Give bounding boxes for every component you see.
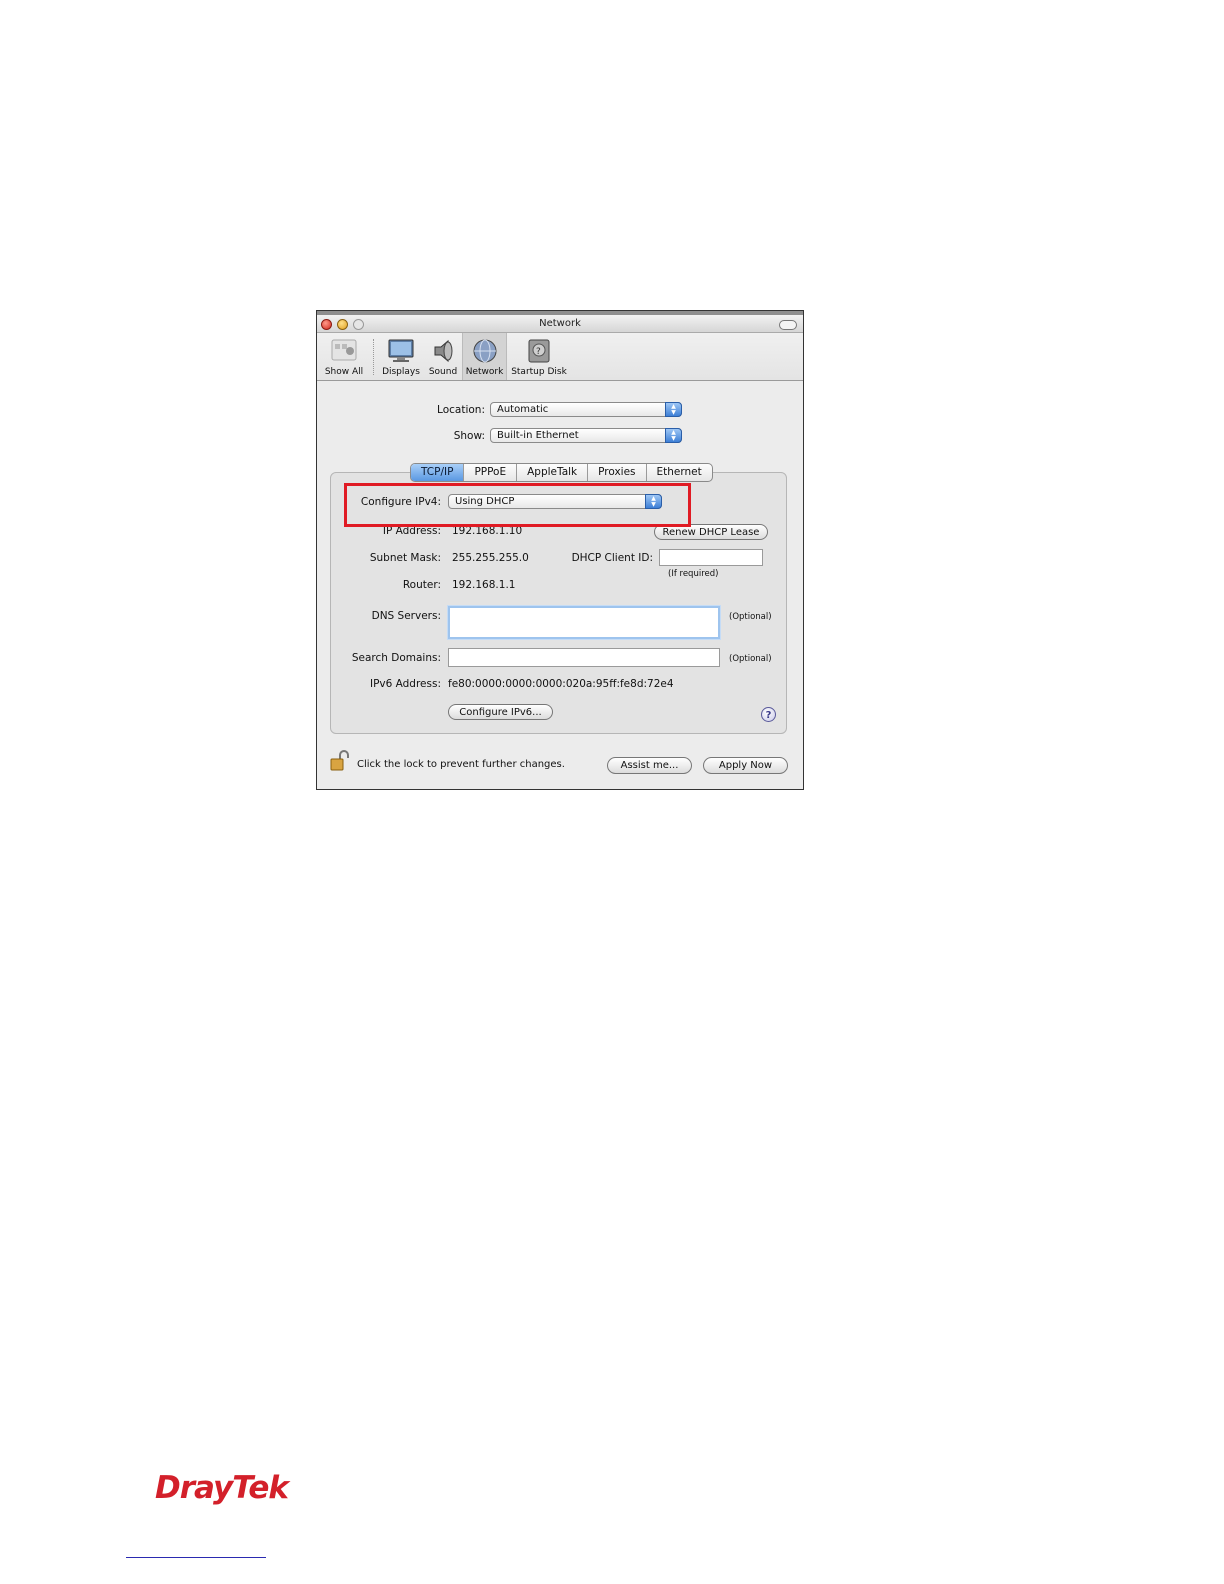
apply-now-button[interactable]: Apply Now bbox=[703, 757, 788, 774]
monitor-icon bbox=[388, 339, 414, 362]
dns-servers-field[interactable] bbox=[448, 606, 720, 639]
dhcp-client-id-label: DHCP Client ID: bbox=[571, 552, 653, 564]
toolbar-displays[interactable]: Displays bbox=[379, 333, 423, 380]
globe-icon bbox=[473, 339, 496, 363]
draytek-logo: DrayTek bbox=[155, 1470, 289, 1506]
ipv6-address-value: fe80:0000:0000:0000:020a:95ff:fe8d:72e4 bbox=[448, 678, 674, 690]
toolbar-label-displays: Displays bbox=[382, 367, 420, 377]
location-value: Automatic bbox=[497, 404, 549, 415]
tab-tcpip[interactable]: TCP/IP bbox=[411, 464, 465, 481]
toolbar-network[interactable]: Network bbox=[462, 333, 507, 380]
show-popup[interactable]: Built-in Ethernet ▲ ▼ bbox=[490, 428, 682, 443]
search-domains-label: Search Domains: bbox=[351, 652, 441, 664]
footer-divider bbox=[126, 1557, 266, 1558]
assist-me-button[interactable]: Assist me... bbox=[607, 757, 692, 774]
window-title: Network bbox=[539, 318, 581, 329]
toolbar-label-sound: Sound bbox=[428, 367, 458, 377]
tab-proxies[interactable]: Proxies bbox=[588, 464, 647, 481]
subnet-mask-value: 255.255.255.0 bbox=[452, 552, 529, 564]
toolbar-label-show-all: Show All bbox=[324, 367, 364, 377]
toolbar-label-startup-disk: Startup Disk bbox=[511, 367, 567, 377]
configure-ipv6-button[interactable]: Configure IPv6... bbox=[448, 704, 553, 720]
network-pane: Location: Automatic ▲ ▼ Show: Built-in Et… bbox=[317, 380, 803, 789]
preferences-toolbar: Show All Displays Sound Network ? Startu… bbox=[317, 333, 803, 381]
toolbar-sound[interactable]: Sound bbox=[425, 333, 461, 380]
apple-grid-icon bbox=[331, 339, 357, 361]
location-label: Location: bbox=[437, 404, 485, 416]
toolbar-startup-disk[interactable]: ? Startup Disk bbox=[509, 333, 569, 380]
subnet-mask-label: Subnet Mask: bbox=[369, 552, 441, 564]
ipv6-address-label: IPv6 Address: bbox=[369, 678, 441, 690]
toolbar-separator bbox=[373, 339, 374, 375]
dns-servers-label: DNS Servers: bbox=[371, 610, 441, 622]
configure-ipv4-highlight bbox=[344, 483, 691, 527]
search-optional-hint: (Optional) bbox=[729, 654, 772, 664]
search-domains-field[interactable] bbox=[448, 648, 720, 667]
router-value: 192.168.1.1 bbox=[452, 579, 516, 591]
tab-appletalk[interactable]: AppleTalk bbox=[517, 464, 589, 481]
toolbar-toggle-button[interactable] bbox=[779, 320, 797, 330]
tab-pppoe[interactable]: PPPoE bbox=[464, 464, 518, 481]
lock-open-icon[interactable] bbox=[330, 750, 350, 772]
hard-disk-icon: ? bbox=[528, 339, 550, 363]
dns-optional-hint: (Optional) bbox=[729, 612, 772, 622]
show-label: Show: bbox=[453, 430, 485, 442]
svg-text:?: ? bbox=[536, 347, 541, 357]
network-preferences-window: Network Show All Displays Sound Network … bbox=[316, 310, 804, 790]
tab-ethernet[interactable]: Ethernet bbox=[647, 464, 712, 481]
toolbar-label-network: Network bbox=[465, 367, 504, 377]
popup-arrows-icon: ▲ ▼ bbox=[665, 428, 682, 443]
show-value: Built-in Ethernet bbox=[497, 430, 579, 441]
help-icon[interactable]: ? bbox=[761, 707, 776, 722]
popup-arrows-icon: ▲ ▼ bbox=[665, 402, 682, 417]
dhcp-client-id-field[interactable] bbox=[659, 549, 763, 566]
client-id-hint: (If required) bbox=[668, 569, 719, 579]
tab-bar: TCP/IP PPPoE AppleTalk Proxies Ethernet bbox=[410, 463, 713, 482]
lock-message: Click the lock to prevent further change… bbox=[357, 759, 565, 770]
title-bar: Network bbox=[317, 311, 803, 333]
router-label: Router: bbox=[402, 579, 441, 591]
speaker-icon bbox=[434, 339, 453, 363]
toolbar-show-all[interactable]: Show All bbox=[321, 333, 367, 380]
location-popup[interactable]: Automatic ▲ ▼ bbox=[490, 402, 682, 417]
